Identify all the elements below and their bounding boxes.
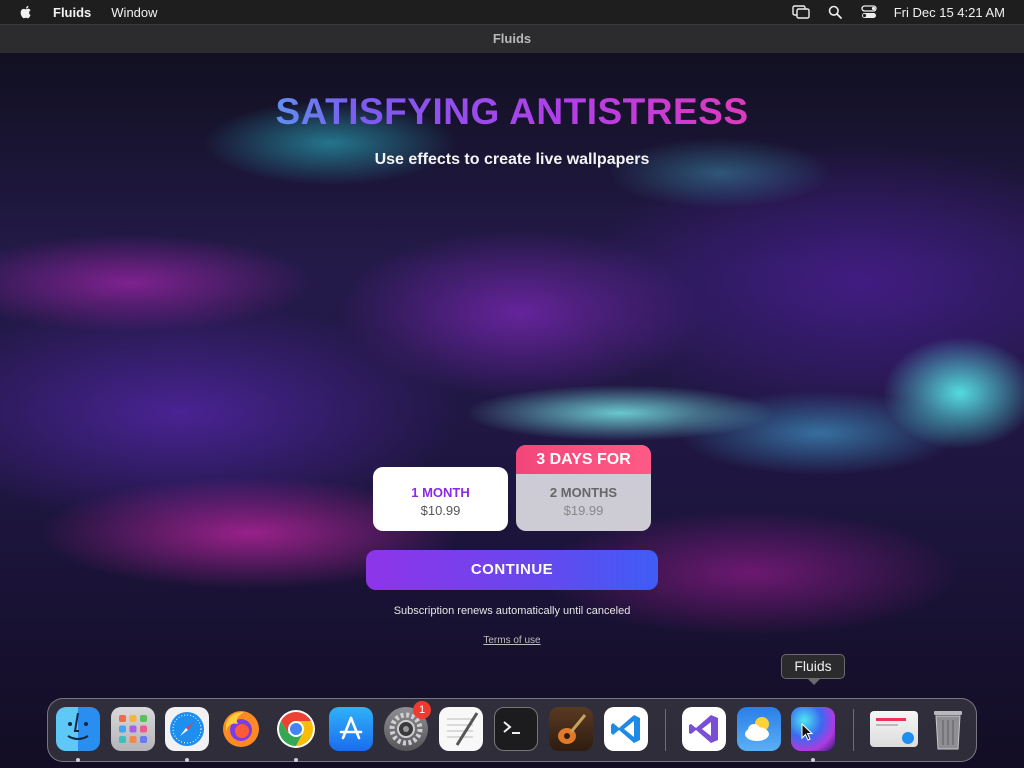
apple-icon[interactable]: [18, 4, 34, 20]
fluid-wallpaper-background: SATISFYING ANTISTRESS Use effects to cre…: [0, 53, 1024, 768]
downloads-folder-icon[interactable]: [870, 711, 918, 747]
plan-price: $19.99: [563, 503, 604, 518]
notification-badge: 1: [413, 701, 431, 719]
dock-tooltip: Fluids: [781, 654, 845, 685]
mouse-pointer-icon: [801, 723, 813, 741]
running-indicator: [185, 758, 189, 762]
fluids-icon[interactable]: [791, 707, 835, 751]
screen-mirroring-icon[interactable]: [792, 4, 810, 20]
plan-name: 1 MONTH: [411, 485, 470, 500]
control-center-icon[interactable]: [860, 4, 878, 20]
launchpad-icon[interactable]: [111, 707, 155, 751]
menu-app-name[interactable]: Fluids: [53, 5, 91, 20]
paywall-subheadline: Use effects to create live wallpapers: [374, 151, 650, 168]
dock-separator: [853, 709, 854, 751]
menu-bar-clock[interactable]: Fri Dec 15 4:21 AM: [894, 5, 1005, 20]
plan-name: 2 MONTHS: [549, 485, 618, 500]
safari-icon[interactable]: [165, 707, 209, 751]
continue-button[interactable]: CONTINUE: [366, 550, 658, 590]
textedit-icon[interactable]: [439, 707, 483, 751]
renewal-note: Subscription renews automatically until …: [393, 605, 631, 617]
trash-icon[interactable]: [926, 707, 970, 751]
terms-of-use-link-container: Terms of use: [0, 635, 1024, 646]
chrome-icon[interactable]: [274, 707, 318, 751]
window-title-bar[interactable]: Fluids: [0, 24, 1024, 53]
running-indicator: [76, 758, 80, 762]
window-title: Fluids: [492, 31, 532, 46]
plan-price: $10.99: [420, 503, 461, 518]
terms-of-use-link[interactable]: Terms of use: [483, 635, 540, 646]
vscode-icon[interactable]: [604, 707, 648, 751]
dock-separator: [665, 709, 666, 751]
firefox-icon[interactable]: [219, 707, 263, 751]
menu-item-window[interactable]: Window: [111, 5, 157, 20]
plan-card-1-month[interactable]: 1 MONTH $10.99: [373, 467, 508, 531]
running-indicator: [811, 758, 815, 762]
menu-bar: Fluids Window Fri Dec 15 4:21 AM: [0, 0, 1024, 24]
terminal-icon[interactable]: [494, 707, 538, 751]
app-store-icon[interactable]: [329, 707, 373, 751]
plan-card-2-months[interactable]: 3 DAYS FOR 2 MONTHS $19.99: [516, 445, 651, 531]
search-icon[interactable]: [826, 4, 844, 20]
trial-badge: 3 DAYS FOR: [516, 445, 651, 474]
weather-icon[interactable]: [737, 707, 781, 751]
guitar-icon[interactable]: [549, 707, 593, 751]
dock: 1: [47, 698, 977, 762]
paywall-headline: SATISFYING ANTISTRESS: [0, 91, 1024, 133]
visual-studio-icon[interactable]: [682, 707, 726, 751]
running-indicator: [294, 758, 298, 762]
finder-icon[interactable]: [56, 707, 100, 751]
